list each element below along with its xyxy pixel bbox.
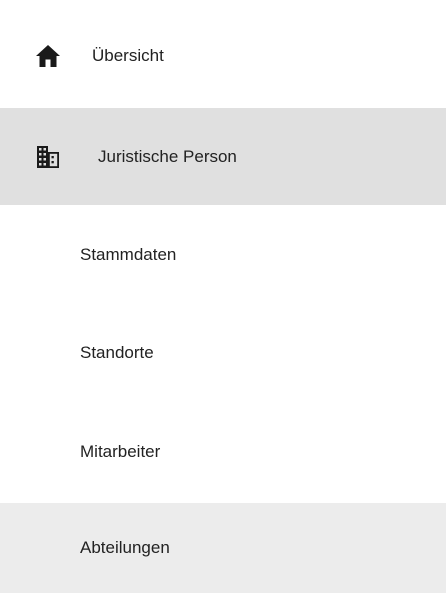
nav-item-overview[interactable]: Übersicht	[0, 10, 446, 102]
nav-subitem-stammdaten[interactable]: Stammdaten	[0, 206, 446, 304]
nav-subitem-stammdaten-label: Stammdaten	[80, 245, 177, 264]
sidebar-navigation: Übersicht Juristische Person Stammdaten …	[0, 0, 446, 593]
nav-subitem-standorte-label: Standorte	[80, 343, 154, 362]
nav-item-legal-entity[interactable]: Juristische Person	[0, 108, 446, 205]
nav-subitem-abteilungen-label: Abteilungen	[80, 538, 170, 557]
nav-subitem-abteilungen[interactable]: Abteilungen	[0, 503, 446, 593]
home-icon	[34, 42, 62, 70]
nav-subitem-mitarbeiter-label: Mitarbeiter	[80, 442, 161, 461]
building-icon	[34, 143, 62, 171]
nav-subitem-standorte[interactable]: Standorte	[0, 304, 446, 402]
nav-item-overview-label: Übersicht	[92, 46, 164, 65]
nav-item-legal-entity-label: Juristische Person	[98, 146, 237, 166]
nav-subitem-mitarbeiter[interactable]: Mitarbeiter	[0, 403, 446, 501]
